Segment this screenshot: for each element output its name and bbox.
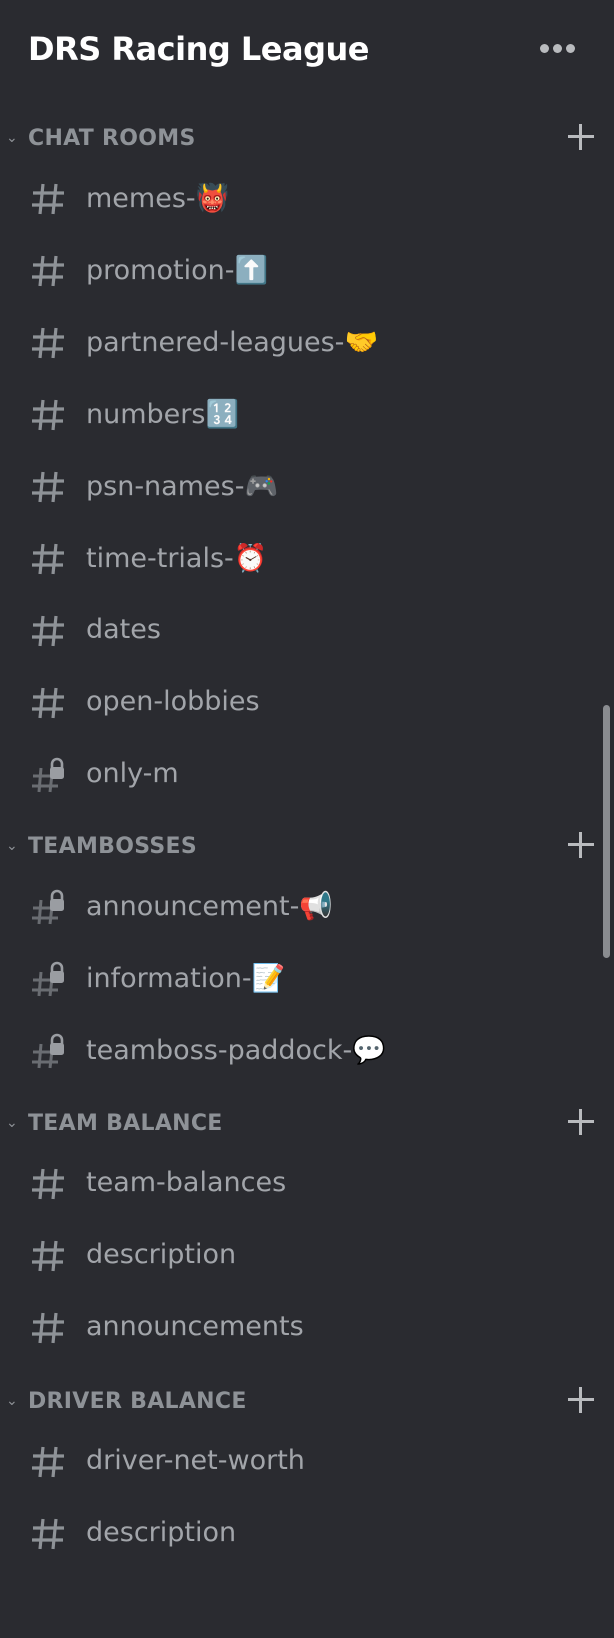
hash-icon [30, 466, 68, 506]
chevron-down-icon: ⌄ [6, 130, 18, 146]
hash-icon [30, 610, 68, 650]
channel-item[interactable]: teamboss-paddock-💬 [0, 1022, 600, 1082]
scrollbar[interactable] [603, 705, 610, 958]
category-label: DRIVER BALANCE [28, 1389, 247, 1414]
add-channel-button[interactable] [566, 1385, 596, 1415]
hash-icon [30, 1513, 68, 1553]
more-horizontal-icon [566, 44, 575, 53]
channel-name: memes-👹 [86, 183, 230, 214]
hash-icon [30, 178, 68, 218]
channel-name: announcement-📢 [86, 891, 333, 922]
category-header[interactable]: ⌄ DRIVER BALANCE [0, 1383, 614, 1423]
channel-name: partnered-leagues-🤝 [86, 327, 379, 358]
channel-item[interactable]: information-📝 [0, 950, 600, 1010]
add-channel-button[interactable] [566, 1107, 596, 1137]
channel-item[interactable]: dates [0, 602, 600, 662]
category-header[interactable]: ⌄ TEAM BALANCE [0, 1105, 614, 1145]
category-label: TEAM BALANCE [28, 1111, 223, 1136]
channel-emoji-icon: 💬 [352, 1035, 386, 1066]
channel-name: team-balances [86, 1167, 287, 1198]
channel-emoji-icon: 🎮 [244, 471, 279, 502]
category-label: TEAMBOSSES [28, 834, 197, 859]
channel-name: only-m [86, 758, 179, 789]
channel-item[interactable]: psn-names-🎮 [0, 458, 600, 518]
channel-name: information-📝 [86, 963, 286, 994]
chevron-down-icon: ⌄ [6, 1115, 18, 1131]
channel-item[interactable]: open-lobbies [0, 674, 600, 734]
channel-name: psn-names-🎮 [86, 471, 279, 502]
channel-item[interactable]: announcement-📢 [0, 878, 600, 938]
channel-emoji-icon: 📢 [299, 891, 333, 922]
channel-emoji-icon: 🤝 [344, 327, 379, 358]
channel-item[interactable]: description [0, 1227, 600, 1287]
locked-channel-icon [30, 886, 68, 926]
channel-item[interactable]: driver-net-worth [0, 1433, 600, 1493]
channel-name: driver-net-worth [86, 1445, 305, 1476]
channel-item[interactable]: announcements [0, 1299, 600, 1359]
channel-item[interactable]: partnered-leagues-🤝 [0, 314, 600, 374]
hash-icon [30, 682, 68, 722]
channel-name: announcements [86, 1311, 304, 1342]
category-header[interactable]: ⌄ CHAT ROOMS [0, 120, 614, 160]
chevron-down-icon: ⌄ [6, 838, 18, 854]
hash-icon [30, 322, 68, 362]
channel-emoji-icon: 📝 [251, 963, 286, 994]
channel-emoji-icon: 🔢 [205, 399, 240, 430]
more-horizontal-icon [540, 44, 549, 53]
channel-name: open-lobbies [86, 686, 260, 717]
channel-emoji-icon: ⏰ [233, 543, 268, 574]
channel-item[interactable]: time-trials-⏰ [0, 530, 600, 590]
channel-item[interactable]: promotion-⬆️ [0, 242, 600, 302]
more-options-button[interactable] [540, 44, 576, 58]
add-channel-button[interactable] [566, 122, 596, 152]
locked-channel-icon [30, 754, 68, 794]
channel-item[interactable]: description [0, 1505, 600, 1565]
server-title[interactable]: DRS Racing League [28, 30, 369, 68]
channel-emoji-icon: 👹 [195, 183, 230, 214]
category-header[interactable]: ⌄ TEAMBOSSES [0, 828, 614, 868]
channel-name: dates [86, 614, 161, 645]
hash-icon [30, 1307, 68, 1347]
add-channel-button[interactable] [566, 830, 596, 860]
channel-item[interactable]: only-m [0, 746, 600, 806]
hash-icon [30, 1163, 68, 1203]
locked-channel-icon [30, 1030, 68, 1070]
channel-item[interactable]: memes-👹 [0, 170, 600, 230]
channel-item[interactable]: team-balances [0, 1155, 600, 1215]
category-label: CHAT ROOMS [28, 126, 196, 151]
hash-icon [30, 1441, 68, 1481]
more-horizontal-icon [553, 44, 562, 53]
channel-name: promotion-⬆️ [86, 255, 269, 286]
hash-icon [30, 250, 68, 290]
hash-icon [30, 538, 68, 578]
channel-name: teamboss-paddock-💬 [86, 1035, 386, 1066]
channel-name: time-trials-⏰ [86, 543, 268, 574]
chevron-down-icon: ⌄ [6, 1393, 18, 1409]
hash-icon [30, 394, 68, 434]
hash-icon [30, 1235, 68, 1275]
channel-name: description [86, 1517, 237, 1548]
channel-name: description [86, 1239, 237, 1270]
channel-item[interactable]: numbers🔢 [0, 386, 600, 446]
server-header: DRS Racing League [0, 0, 614, 100]
channel-emoji-icon: ⬆️ [234, 255, 269, 286]
channel-name: numbers🔢 [86, 399, 240, 430]
locked-channel-icon [30, 958, 68, 998]
